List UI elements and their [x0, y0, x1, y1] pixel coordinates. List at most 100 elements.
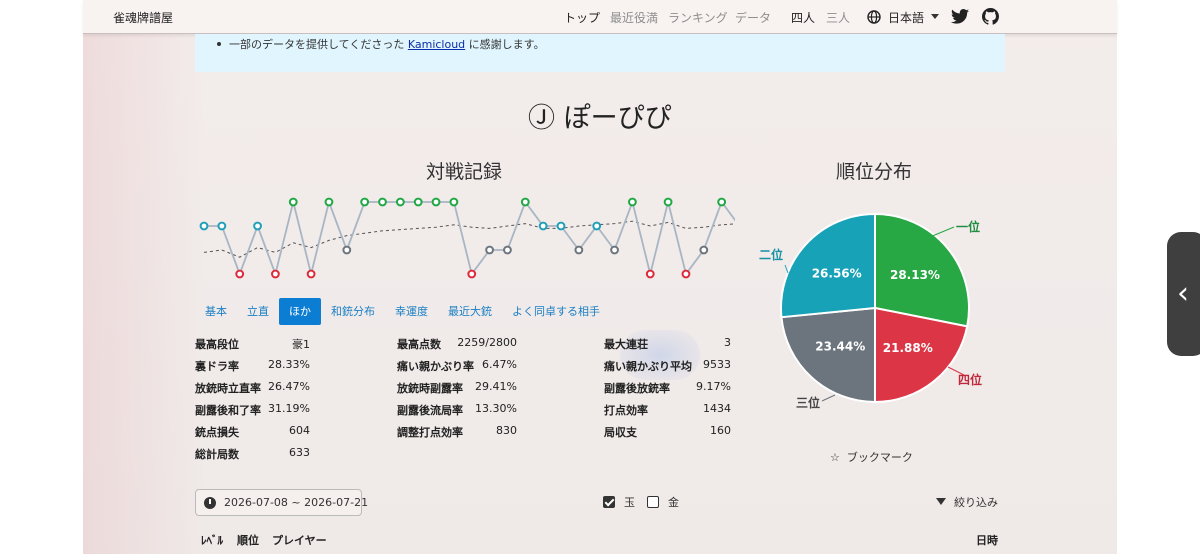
notice-text-before: 一部のデータを提供してくださった	[229, 38, 408, 51]
stat-label: 痛い親かぶり平均	[604, 360, 692, 373]
rank-point	[645, 269, 655, 279]
stat-row: 最大連荘 3	[604, 336, 731, 354]
rank-point	[556, 221, 566, 231]
stat-value: 26.47%	[268, 380, 310, 393]
nav-ranking[interactable]: ランキング	[668, 9, 728, 26]
tab-other[interactable]: ほか	[279, 298, 321, 325]
column-header-player[interactable]: プレイヤー	[272, 532, 327, 548]
mode-four-player[interactable]: 四人	[791, 9, 815, 26]
stat-row: 総計局数 633	[195, 446, 310, 464]
match-record-chart	[199, 197, 735, 279]
kin-label: 金	[668, 496, 679, 509]
stat-label: 副露後放銃率	[604, 382, 670, 395]
pie-slice	[780, 306, 877, 404]
bullet-point	[217, 42, 221, 46]
pie-category-label: 二位	[759, 247, 783, 262]
rank-point	[681, 269, 691, 279]
stat-value: 6.47%	[482, 358, 517, 371]
stat-label: 最大連荘	[604, 338, 648, 351]
rank-point	[699, 245, 709, 255]
stat-label: 放銃時立直率	[195, 382, 261, 395]
stat-row: 銃点損失 604	[195, 424, 310, 442]
language-select[interactable]: 日本語	[888, 9, 924, 26]
tab-win-deal-in-distribution[interactable]: 和銃分布	[321, 298, 385, 325]
stat-label: 副露後流局率	[397, 404, 463, 417]
globe-icon[interactable]	[867, 10, 881, 24]
gyoku-checkbox[interactable]	[603, 496, 615, 508]
rank-point	[431, 197, 441, 207]
stat-label: 打点効率	[604, 404, 648, 417]
stat-label: 総計局数	[195, 448, 239, 461]
stat-label: 副露後和了率	[195, 404, 261, 417]
rank-point	[503, 245, 512, 255]
funnel-icon	[936, 498, 946, 505]
rank-point	[342, 245, 352, 255]
nav-top[interactable]: トップ	[564, 9, 600, 26]
stat-row: 放銃時副露率 29.41%	[397, 380, 517, 398]
column-header-date[interactable]: 日時	[976, 532, 998, 548]
stat-label: 局収支	[604, 426, 637, 439]
stat-label: 最高段位	[195, 338, 239, 351]
stat-label: 最高点数	[397, 338, 441, 351]
stat-value: 830	[496, 424, 517, 437]
rank-point	[253, 221, 262, 231]
pie-slice-percent-label: 21.88%	[883, 341, 933, 355]
tab-frequent-opponents[interactable]: よく同卓する相手	[502, 298, 610, 325]
stat-row: 裏ドラ率 28.33%	[195, 358, 310, 376]
stat-label: 裏ドラ率	[195, 360, 239, 373]
pie-slice-percent-label: 28.13%	[890, 268, 940, 282]
notice-text-after: に感謝します。	[465, 38, 545, 51]
date-range-picker[interactable]: 2026-07-08 ~ 2026-07-21	[195, 489, 368, 516]
stat-row: 痛い親かぶり率 6.47%	[397, 358, 517, 376]
stat-label: 調整打点効率	[397, 426, 463, 439]
kamicloud-link[interactable]: Kamicloud	[408, 38, 465, 51]
rank-point	[467, 269, 477, 279]
github-icon[interactable]	[982, 8, 999, 25]
clock-icon	[204, 497, 216, 509]
rank-history-line	[204, 198, 735, 278]
rank-point	[717, 197, 727, 207]
match-record-title: 対戦記録	[426, 161, 503, 183]
nav-recent-yakuman[interactable]: 最近役満	[610, 9, 658, 26]
rank-point	[592, 221, 602, 231]
tab-recent-big-deal-in[interactable]: 最近大銃	[438, 298, 502, 325]
rank-point	[324, 197, 334, 207]
rank-distribution-title: 順位分布	[836, 161, 913, 183]
rank-point	[288, 197, 298, 207]
rank-point	[574, 245, 584, 255]
brand-logo-text[interactable]: 雀魂牌譜屋	[113, 9, 173, 26]
tab-basic[interactable]: 基本	[195, 298, 237, 325]
column-header-level[interactable]: ﾚﾍﾞﾙ	[201, 532, 223, 548]
filter-button[interactable]: 絞り込み	[936, 494, 998, 510]
stat-row: 局収支 160	[604, 424, 731, 442]
kin-checkbox[interactable]	[647, 496, 659, 508]
tab-riichi[interactable]: 立直	[237, 298, 279, 325]
tab-luck[interactable]: 幸運度	[385, 298, 438, 325]
twitter-icon[interactable]	[951, 9, 969, 24]
rank-point	[449, 197, 459, 207]
rank-point	[610, 245, 619, 255]
stat-label: 痛い親かぶり率	[397, 360, 474, 373]
mode-three-player[interactable]: 三人	[826, 9, 850, 26]
column-header-rank[interactable]: 順位	[237, 532, 259, 548]
rank-point	[413, 197, 423, 207]
nav-data[interactable]: データ	[735, 9, 771, 26]
stat-value: 9.17%	[696, 380, 731, 393]
stat-value: 9533	[703, 358, 731, 371]
bookmark-button[interactable]: ☆ ブックマーク	[830, 449, 913, 465]
rank-point	[538, 221, 548, 231]
background-art	[83, 34, 203, 554]
star-icon: ☆	[830, 451, 840, 464]
rank-point	[378, 197, 387, 207]
notice-text: 一部のデータを提供してくださった Kamicloud に感謝します。	[229, 36, 545, 52]
stat-value: 160	[710, 424, 731, 437]
rank-point	[199, 221, 209, 231]
chevron-down-icon[interactable]	[931, 14, 939, 19]
page-margin-left	[0, 0, 83, 554]
rank-distribution-pie: 28.13% 一位 21.88% 四位 23.44% 三位 26.56% 二位	[759, 212, 982, 410]
side-panel-handle[interactable]: ‹	[1167, 232, 1200, 356]
stat-value: 3	[724, 336, 731, 349]
stats-tabs: 基本 立直 ほか 和銃分布 幸運度 最近大銃 よく同卓する相手	[195, 298, 610, 325]
stat-row: 放銃時立直率 26.47%	[195, 380, 310, 398]
bookmark-label: ブックマーク	[846, 451, 913, 464]
